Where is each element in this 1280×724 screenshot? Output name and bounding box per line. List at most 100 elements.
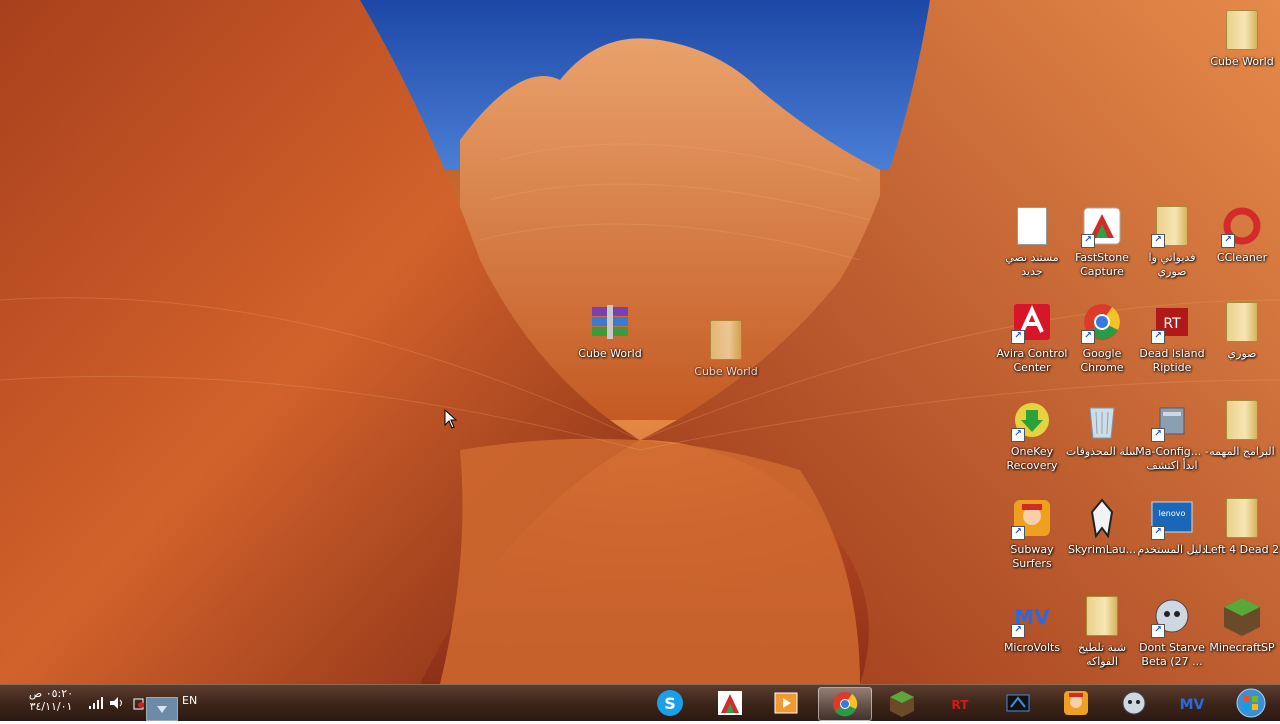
desktop-icon-my-photos[interactable]: صوري (1204, 300, 1280, 361)
desktop-icon-faststone-capture[interactable]: ↗ FastStone Capture (1064, 204, 1140, 279)
taskbar: ٠٥:٢٠ ص ٣٤/١١/٠١ EN S RT MV (0, 684, 1280, 721)
desktop-icon-cube-world-archive[interactable]: Cube World (572, 300, 648, 361)
desktop-icon-minecraftsp[interactable]: MinecraftSP (1204, 594, 1280, 655)
svg-text:lenovo: lenovo (1159, 509, 1186, 518)
shortcut-arrow-icon: ↗ (1011, 624, 1025, 638)
text-document-icon (1009, 204, 1055, 248)
desktop-icon-label: CCleaner (1216, 251, 1268, 264)
chrome-icon: ↗ (1079, 300, 1125, 344)
dont-starve-icon: ↗ (1149, 594, 1195, 638)
desktop-icon-label: SkyrimLau... (1067, 543, 1137, 556)
mouse-cursor-icon (444, 409, 458, 429)
taskbar-skype-button[interactable]: S (644, 687, 696, 719)
folder-icon (1219, 300, 1265, 344)
desktop-icon-label: MicroVolts (1003, 641, 1061, 654)
taskbar-microvolts-button[interactable]: MV (1166, 687, 1218, 719)
folder-icon: ↗ (1149, 204, 1195, 248)
recycle-bin-icon (1079, 398, 1125, 442)
desktop-icon-fruit-ninja-folder[interactable]: شبة تلطيخ الفواكه (1064, 594, 1140, 669)
taskbar-riptide-button[interactable]: RT (934, 687, 986, 719)
folder-icon (703, 318, 749, 362)
desktop-icon-ma-config[interactable]: ↗ Ma-Config... - ابدأ اكتشف (1134, 398, 1210, 473)
network-signal-icon[interactable] (88, 696, 104, 710)
desktop-icon-label: مستند نصي جديد (1005, 251, 1059, 278)
desktop-icon-label: Cube World (578, 347, 642, 360)
desktop-icon-dont-starve-beta[interactable]: ↗ Dont Starve Beta (27 ... (1134, 594, 1210, 669)
start-button[interactable] (1234, 687, 1268, 719)
folder-icon (1219, 496, 1265, 540)
shortcut-arrow-icon: ↗ (1011, 526, 1025, 540)
desktop: Cube World Cube World Cube World مستند ن… (0, 0, 1280, 684)
ccleaner-icon: ↗ (1219, 204, 1265, 248)
shortcut-arrow-icon: ↗ (1011, 428, 1025, 442)
desktop-icon-microvolts[interactable]: MV ↗ MicroVolts (994, 594, 1070, 655)
subway-surfers-icon: ↗ (1009, 496, 1055, 540)
ma-config-icon: ↗ (1149, 398, 1195, 442)
desktop-icon-left-4-dead-2[interactable]: Left 4 Dead 2 (1204, 496, 1280, 557)
taskbar-media-player-button[interactable] (760, 687, 812, 719)
shortcut-arrow-icon: ↗ (1011, 330, 1025, 344)
faststone-icon (718, 691, 742, 715)
svg-text:MV: MV (1180, 697, 1205, 713)
riptide-icon: RT (952, 698, 970, 712)
desktop-icon-subway-surfers[interactable]: ↗ Subway Surfers (994, 496, 1070, 571)
desktop-icon-label: Avira Control Center (996, 347, 1068, 374)
svg-text:RT: RT (1163, 316, 1181, 332)
desktop-icon-label: Cube World (1210, 55, 1274, 68)
desktop-icon-dead-island-riptide[interactable]: RT ↗ Dead Island Riptide (1134, 300, 1210, 375)
desktop-icon-label: Dead Island Riptide (1139, 347, 1205, 374)
desktop-icon-label: البرامج المهمه (1209, 445, 1275, 458)
desktop-icon-ccleaner[interactable]: ↗ CCleaner (1204, 204, 1280, 265)
folder-icon (1219, 8, 1265, 52)
taskbar-minecraft-button[interactable] (876, 687, 928, 719)
skype-icon: S (657, 690, 683, 716)
winrar-icon (587, 300, 633, 344)
minecraft-icon (1219, 594, 1265, 638)
taskbar-subway-surfers-button[interactable] (1050, 687, 1102, 719)
taskbar-faststone-button[interactable] (704, 687, 756, 719)
desktop-icon-recycle-bin[interactable]: سلة المحذوفات (1064, 398, 1140, 459)
desktop-icon-label: صوري (1227, 347, 1257, 360)
desktop-icon-avira-control-center[interactable]: ↗ Avira Control Center (994, 300, 1070, 375)
taskbar-chrome-button[interactable] (818, 687, 872, 721)
arrow-down-icon (157, 706, 167, 713)
desktop-icon-label: فديواتي وا صوري (1148, 251, 1196, 278)
power-icon[interactable] (132, 696, 146, 710)
lenovo-guide-icon: lenovo ↗ (1149, 496, 1195, 540)
desktop-icon-label: شبة تلطيخ الفواكه (1077, 641, 1127, 668)
microvolts-icon: MV (1180, 697, 1205, 713)
volume-icon[interactable] (109, 696, 125, 710)
language-indicator[interactable]: EN (182, 694, 197, 707)
dead-island-icon: RT ↗ (1149, 300, 1195, 344)
clock-time: ٠٥:٢٠ ص (28, 687, 74, 700)
skyrim-icon (1079, 496, 1125, 540)
taskbar-dont-starve-button[interactable] (1108, 687, 1160, 719)
desktop-icon-google-chrome[interactable]: ↗ Google Chrome (1064, 300, 1140, 375)
desktop-icon-label: دليل المستخدم (1137, 543, 1207, 556)
desktop-icon-onekey-recovery[interactable]: ↗ OneKey Recovery (994, 398, 1070, 473)
shortcut-arrow-icon: ↗ (1081, 234, 1095, 248)
faststone-icon: ↗ (1079, 204, 1125, 248)
shortcut-arrow-icon: ↗ (1151, 428, 1165, 442)
avira-icon: ↗ (1009, 300, 1055, 344)
taskbar-game-button[interactable] (992, 687, 1044, 719)
desktop-icon-important-programs[interactable]: البرامج المهمه (1204, 398, 1280, 459)
desktop-icon-my-videos-photos[interactable]: ↗ فديواتي وا صوري (1134, 204, 1210, 279)
chrome-icon (833, 692, 858, 717)
desktop-icon-skyrim-launcher[interactable]: SkyrimLau... (1064, 496, 1140, 557)
desktop-icon-label: Cube World (694, 365, 758, 378)
windows-start-orb-icon (1236, 688, 1266, 718)
clock[interactable]: ٠٥:٢٠ ص ٣٤/١١/٠١ (24, 687, 78, 713)
microvolts-icon: MV ↗ (1009, 594, 1055, 638)
desktop-icon-user-guide[interactable]: lenovo ↗ دليل المستخدم (1134, 496, 1210, 557)
desktop-icon-new-text-document[interactable]: مستند نصي جديد (994, 204, 1070, 279)
desktop-icon-label: FastStone Capture (1075, 251, 1129, 278)
desktop-icon-cube-world[interactable]: Cube World (1204, 8, 1280, 69)
show-hidden-icons-button[interactable] (146, 697, 178, 721)
desktop-icon-label: سلة المحذوفات (1065, 445, 1139, 458)
folder-icon (1079, 594, 1125, 638)
shortcut-arrow-icon: ↗ (1081, 330, 1095, 344)
desktop-icon-label: Ma-Config... - ابدأ اكتشف (1135, 445, 1209, 472)
svg-text:S: S (664, 694, 676, 713)
desktop-icon-cube-world-folder-dragging[interactable]: Cube World (688, 318, 764, 379)
